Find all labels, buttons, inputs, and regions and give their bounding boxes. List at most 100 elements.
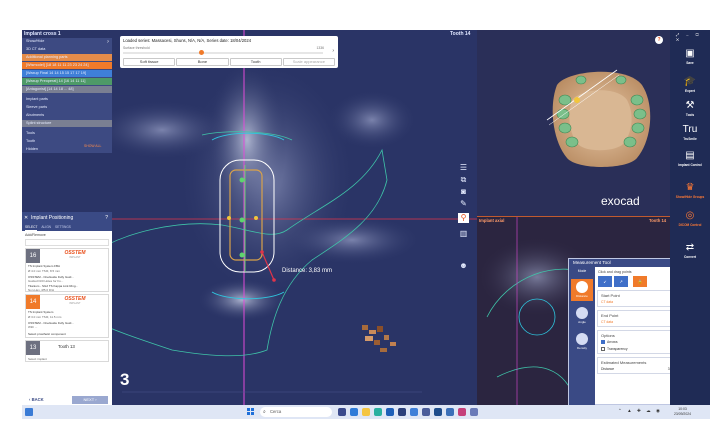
add-remove-icons[interactable] xyxy=(25,239,109,246)
tree-item[interactable]: 3D CT data xyxy=(22,46,112,53)
guide-sub: With ... xyxy=(28,325,38,329)
threshold-value: 1336 xyxy=(316,46,324,50)
tree-item[interactable]: [Waxup Final 14 14 15 15 17 17 19] xyxy=(22,70,112,77)
implant-size: Ø 3.0 mm TSIII, 11.5 mm xyxy=(28,315,62,319)
select-implant-line[interactable]: Select implant xyxy=(28,357,47,361)
threshold-slider[interactable] xyxy=(123,50,323,55)
implant-positioning-panel: ✕ Implant Positioning ? SELECT ALIGN SET… xyxy=(22,212,112,405)
clock[interactable]: 10:03 23/09/2024 xyxy=(674,407,691,417)
click-drag-hint: Click and drag points xyxy=(598,270,632,274)
mode-label: Distance xyxy=(576,294,588,298)
system-tray[interactable]: ⌃ ▲ ✚ ☁ ◉ xyxy=(618,408,662,414)
window-controls[interactable]: ⤢ – ▢ ✕ xyxy=(676,32,710,42)
tree-item[interactable]: Sleeve parts xyxy=(22,104,112,111)
tooth-number: 13 xyxy=(26,341,40,355)
save-icon: ▣ xyxy=(685,48,695,59)
density-icon xyxy=(576,333,588,345)
show-all-link[interactable]: SHOW ALL xyxy=(84,144,101,148)
distance-icon xyxy=(576,281,588,293)
transparency-checkbox[interactable]: Transparency xyxy=(601,347,628,352)
checkbox-checked-icon[interactable] xyxy=(601,340,605,345)
app-icon[interactable] xyxy=(410,408,418,416)
arrows-checkbox[interactable]: Arrows xyxy=(601,340,618,345)
exocad-logo: exocad xyxy=(601,194,640,208)
tree-item[interactable]: Abutments xyxy=(22,112,112,119)
back-button[interactable]: ‹ BACK xyxy=(29,397,44,402)
show-hide-groups-button[interactable]: ♛ Show/Hide Groups xyxy=(670,180,710,208)
tab-align[interactable]: ALIGN xyxy=(41,224,51,231)
implant-card[interactable]: 16 OSSTEM IMPLANT TS Implant System FBA … xyxy=(25,248,109,292)
tooth-number: 16 xyxy=(26,249,40,263)
threshold-slider-knob[interactable] xyxy=(199,50,204,55)
mode-sidebar: Mode Distance Angle Density xyxy=(569,267,595,405)
tree-item[interactable]: Implant parts xyxy=(22,96,112,103)
3d-view[interactable]: ? exocad xyxy=(477,30,670,216)
camera-icon[interactable]: ◙ xyxy=(458,187,469,197)
app-icon[interactable] xyxy=(374,408,382,416)
angle-mode-button[interactable]: Angle xyxy=(571,305,593,327)
app-icon[interactable] xyxy=(422,408,430,416)
tab-select[interactable]: SELECT xyxy=(25,224,38,231)
tree-item[interactable]: Additional planning parts xyxy=(22,54,112,61)
next-button[interactable]: NEXT › xyxy=(72,396,108,404)
graduation-cap-icon: 🎓 xyxy=(683,76,697,87)
list-icon[interactable]: ☰ xyxy=(458,163,469,173)
bone-button[interactable]: Bone xyxy=(176,58,229,66)
widgets-icon[interactable] xyxy=(25,408,33,416)
implant-system: TS Implant System FBA xyxy=(28,264,61,268)
tree-item[interactable]: Splint structure xyxy=(22,120,112,127)
tooth-marker-icon[interactable]: ✎ xyxy=(458,199,469,209)
split-view-icon[interactable]: ▥ xyxy=(458,229,469,239)
app-icon[interactable] xyxy=(458,408,466,416)
tooth-button[interactable]: Tooth xyxy=(229,58,282,66)
tree-item[interactable]: [Wismodel] [18 18 11 11 23 23 24 24] xyxy=(22,62,112,69)
move-end-point-button[interactable]: ↗ xyxy=(614,276,628,287)
end-point-label: End Point xyxy=(601,313,619,318)
tab-settings[interactable]: SETTINGS xyxy=(55,224,71,231)
windows-start-icon[interactable] xyxy=(247,408,255,416)
tree-item[interactable]: Tools xyxy=(22,130,112,137)
density-mode-button[interactable]: Density xyxy=(571,331,593,353)
trusmile-button[interactable]: Tru TruSmile xyxy=(670,122,710,150)
file-explorer-icon[interactable] xyxy=(362,408,370,416)
brand-subtitle: IMPLANT xyxy=(69,256,81,259)
implant-icon[interactable]: ⚲ xyxy=(458,213,469,223)
soft-tissue-button[interactable]: Soft tissue xyxy=(123,58,176,66)
tree-item[interactable]: Show/Hide xyxy=(22,38,112,45)
axial-tooth-title: Tooth 14 xyxy=(649,218,667,223)
axial-title: Implant axial xyxy=(479,218,505,223)
prosthetic-line[interactable]: Select prosthetic component xyxy=(28,332,66,336)
app-icon[interactable] xyxy=(470,408,478,416)
implant-card[interactable]: 13 Tooth 13 Select implant xyxy=(25,340,109,362)
app-icon[interactable] xyxy=(386,408,394,416)
loaded-series-label: Loaded series: Massacesi, Shuns, N/A, N/… xyxy=(123,38,252,43)
implant-card[interactable]: 14 OSSTEM IMPLANT TS Implant System Ø 3.… xyxy=(25,294,109,338)
scale-appearance-button[interactable]: Scale appearance xyxy=(282,58,335,66)
lock-icon[interactable]: 🔒 xyxy=(633,276,647,287)
help-icon[interactable]: ? xyxy=(655,36,663,44)
checkbox-unchecked-icon[interactable] xyxy=(601,347,605,352)
tree-item[interactable]: [Waxup Preoperat] 14 [16 14 11 11] xyxy=(22,78,112,85)
move-start-point-button[interactable]: ↙ xyxy=(598,276,612,287)
tree-item[interactable]: [Antagonist] [14 14 18 ... 48] xyxy=(22,86,112,93)
app-icon[interactable] xyxy=(446,408,454,416)
chevron-right-icon[interactable]: › xyxy=(332,48,334,54)
layout-icon[interactable]: ⧉ xyxy=(458,175,469,185)
show-hide-panel: ? Show/Hide 3D CT data Additional planni… xyxy=(22,38,112,153)
estimated-label: Estimated Measurements xyxy=(601,360,647,365)
save-button[interactable]: ▣ Save xyxy=(670,46,710,74)
distance-mode-button[interactable]: Distance xyxy=(571,279,593,301)
implant-control-button[interactable]: ▤ Implant Control xyxy=(670,148,710,176)
convert-button[interactable]: ⇄ Convert xyxy=(670,240,710,268)
task-view-icon[interactable] xyxy=(338,408,346,416)
face-icon[interactable]: ☻ xyxy=(458,261,469,271)
edge-icon[interactable] xyxy=(350,408,358,416)
scan-cluster xyxy=(362,325,396,352)
app-icon[interactable] xyxy=(398,408,406,416)
taskbar-search[interactable]: ⌕ Cerca xyxy=(260,407,332,417)
distance-field-label: Distance xyxy=(601,367,615,371)
view-tool-strip: ☰ ⧉ ◙ ✎ ⚲ ▥ ☻ xyxy=(458,163,472,273)
app-icon[interactable] xyxy=(434,408,442,416)
dicom-control-button[interactable]: ◎ DICOM Control xyxy=(670,208,710,236)
help-icon[interactable]: ? xyxy=(105,212,108,224)
